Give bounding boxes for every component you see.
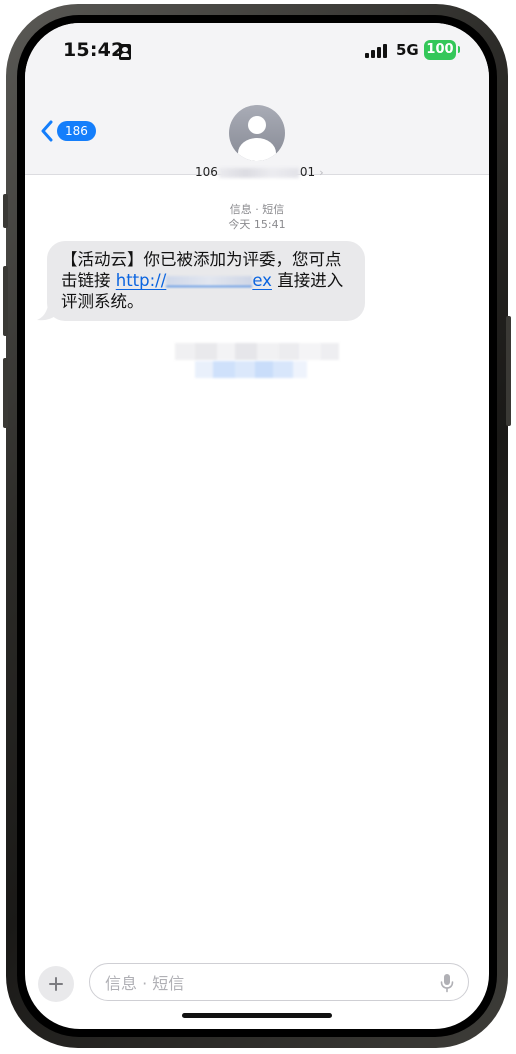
action-button	[3, 194, 8, 228]
person-icon	[248, 116, 266, 134]
microphone-icon[interactable]	[440, 973, 454, 993]
message-timestamp: 今天 15:41	[228, 218, 286, 231]
signal-strength-icon	[365, 44, 389, 58]
redacted-area	[175, 343, 339, 360]
contact-avatar[interactable]	[229, 105, 285, 161]
redacted-link	[166, 276, 253, 287]
network-type: 5G	[396, 41, 419, 59]
contact-number-prefix: 106	[195, 165, 218, 179]
id-card-icon	[119, 44, 131, 60]
incoming-message-bubble[interactable]: 【活动云】你已被添加为评委，您可点击链接 http://ex 直接进入评测系统。	[47, 241, 365, 321]
redacted-number	[218, 167, 299, 178]
back-unread-badge[interactable]: 186	[57, 121, 96, 141]
phone-frame: 15:42 5G 100 186 106 01 › 信息 · 短信 今天 15:…	[3, 4, 511, 1048]
chevron-left-icon[interactable]	[39, 119, 55, 143]
battery-indicator: 100	[424, 40, 456, 60]
status-time: 15:42	[63, 39, 125, 61]
screen: 15:42 5G 100 186 106 01 › 信息 · 短信 今天 15:…	[25, 23, 489, 1029]
service-label: 信息 · 短信	[229, 203, 285, 216]
chevron-right-icon: ›	[319, 166, 324, 179]
add-attachment-button[interactable]	[38, 966, 74, 1002]
contact-number-suffix: 01	[299, 165, 316, 179]
contact-name[interactable]: 106 01 ›	[195, 164, 324, 180]
message-link[interactable]: http://ex	[116, 271, 272, 290]
redacted-area-2	[195, 361, 307, 378]
bezel: 15:42 5G 100 186 106 01 › 信息 · 短信 今天 15:…	[17, 15, 497, 1037]
power-button	[506, 316, 511, 426]
message-composer[interactable]	[89, 963, 469, 1002]
battery-tip	[458, 46, 460, 53]
conversation-header: 15:42 5G 100 186 106 01 ›	[25, 23, 489, 179]
volume-up-button	[3, 266, 8, 336]
message-input[interactable]	[103, 964, 427, 1002]
home-indicator[interactable]	[182, 1013, 332, 1018]
volume-down-button	[3, 358, 8, 428]
